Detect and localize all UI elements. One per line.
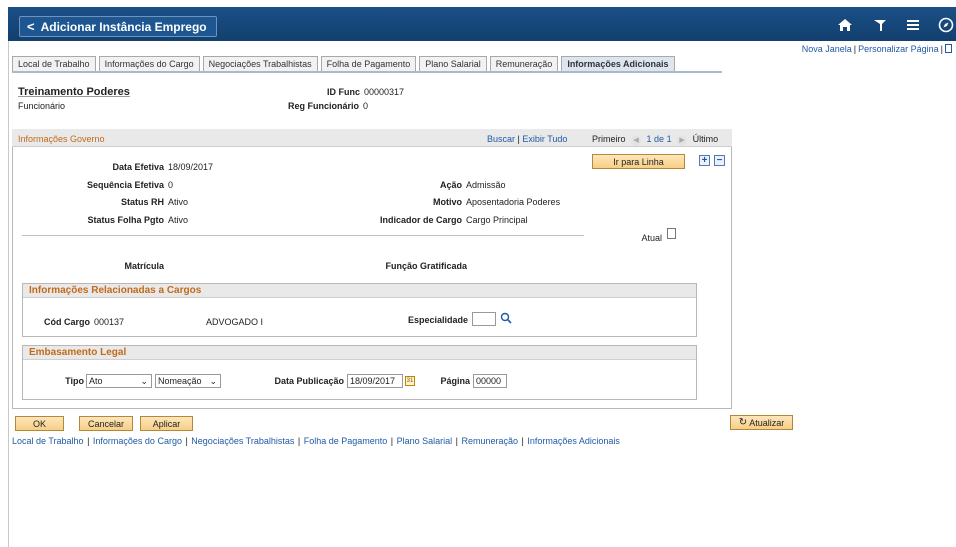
- find-link[interactable]: Buscar: [487, 134, 515, 144]
- tipo2-select[interactable]: Nomeação ⌄: [155, 374, 221, 388]
- grid-icon[interactable]: [945, 44, 952, 53]
- cargos-title: Informações Relacionadas a Cargos: [23, 284, 696, 298]
- data-publicacao-input[interactable]: 18/09/2017: [347, 374, 403, 388]
- bottom-link-informacoes-cargo[interactable]: Informações do Cargo: [93, 436, 182, 446]
- status-folha-value: Ativo: [168, 215, 189, 225]
- employee-id-value: 00000317: [364, 87, 405, 97]
- bottom-link-informacoes-adicionais[interactable]: Informações Adicionais: [527, 436, 620, 446]
- bottom-link-plano-salarial[interactable]: Plano Salarial: [397, 436, 453, 446]
- acao-value: Admissão: [466, 180, 506, 190]
- employee-id: ID Func 00000317: [327, 87, 404, 97]
- tipo-select[interactable]: Ato ⌄: [86, 374, 152, 388]
- embasamento-title: Embasamento Legal: [23, 346, 696, 360]
- employee-id-label: ID Func: [327, 87, 360, 97]
- goto-row-button[interactable]: Ir para Linha: [592, 154, 685, 169]
- employee-reg: Reg Funcionário 0: [288, 101, 368, 111]
- sequencia-value: 0: [168, 180, 174, 190]
- status-rh-value: Ativo: [168, 197, 189, 207]
- cancel-button[interactable]: Cancelar: [79, 416, 133, 431]
- atual-label: Atual: [641, 233, 662, 243]
- employee-reg-value: 0: [363, 101, 369, 111]
- data-publicacao-label: Data Publicação: [274, 376, 344, 386]
- refresh-icon: ↻: [738, 417, 748, 428]
- chevron-left-icon: <: [27, 19, 35, 34]
- acao-label: Ação: [439, 180, 462, 190]
- chevron-down-icon: ⌄: [140, 376, 148, 386]
- employee-role: Funcionário: [18, 101, 66, 111]
- tipo-select-value: Ato: [89, 376, 103, 386]
- funcao-gratificada-label: Função Gratificada: [385, 261, 467, 271]
- last-label[interactable]: Último: [693, 134, 719, 144]
- employee-name: Treinamento Poderes: [18, 86, 130, 98]
- employee-reg-label: Reg Funcionário: [288, 101, 360, 111]
- especialidade-input[interactable]: [472, 312, 496, 326]
- chevron-down-icon: ⌄: [209, 376, 217, 386]
- bottom-link-negociacoes[interactable]: Negociações Trabalhistas: [191, 436, 294, 446]
- ok-button[interactable]: OK: [15, 416, 64, 431]
- search-icon[interactable]: [500, 312, 512, 324]
- row-count: 1 de 1: [646, 134, 672, 144]
- motivo-value: Aposentadoria Poderes: [466, 197, 561, 207]
- compass-icon[interactable]: [936, 16, 956, 34]
- tab-folha-pagamento[interactable]: Folha de Pagamento: [320, 56, 417, 72]
- status-folha-label: Status Folha Pgto: [87, 215, 165, 225]
- data-efetiva-label: Data Efetiva: [112, 162, 164, 172]
- tab-underline: [12, 71, 722, 73]
- atual-checkbox[interactable]: [667, 228, 676, 239]
- motivo-label: Motivo: [433, 197, 462, 207]
- personalize-page-link[interactable]: Personalizar Página: [858, 44, 939, 54]
- back-button-label: Adicionar Instância Emprego: [40, 19, 207, 34]
- first-label[interactable]: Primeiro: [592, 134, 626, 144]
- section-divider: [22, 235, 584, 236]
- indicador-label: Indicador de Cargo: [379, 215, 462, 225]
- bottom-link-local-trabalho[interactable]: Local de Trabalho: [12, 436, 84, 446]
- cod-cargo-value: 000137: [94, 317, 125, 327]
- apply-button[interactable]: Aplicar: [140, 416, 193, 431]
- top-links: Nova Janela | Personalizar Página |: [802, 44, 952, 54]
- especialidade-label: Especialidade: [407, 315, 468, 325]
- indicador-value: Cargo Principal: [466, 215, 528, 225]
- cod-cargo-label: Cód Cargo: [44, 317, 90, 327]
- sequencia-label: Sequência Efetiva: [86, 180, 164, 190]
- grid-nav-find: Buscar | Exibir Tudo: [487, 134, 568, 144]
- grid-nav: Primeiro ◀ 1 de 1 ▶ Último: [592, 134, 718, 146]
- bottom-link-remuneracao[interactable]: Remuneração: [462, 436, 519, 446]
- next-arrow-icon[interactable]: ▶: [677, 136, 688, 146]
- bottom-link-folha[interactable]: Folha de Pagamento: [304, 436, 388, 446]
- tipo2-select-value: Nomeação: [158, 376, 202, 386]
- add-row-icon[interactable]: +: [699, 155, 710, 166]
- prev-arrow-icon[interactable]: ◀: [631, 136, 642, 146]
- tab-local-trabalho[interactable]: Local de Trabalho: [12, 56, 96, 72]
- tab-negociacoes-trabalhistas[interactable]: Negociações Trabalhistas: [202, 56, 318, 72]
- cargo-description: ADVOGADO I: [206, 317, 264, 327]
- new-window-link[interactable]: Nova Janela: [802, 44, 852, 54]
- menu-icon[interactable]: [903, 16, 923, 34]
- home-icon[interactable]: [835, 16, 855, 34]
- governo-grid-title: Informações Governo: [18, 134, 105, 144]
- tab-informacoes-adicionais[interactable]: Informações Adicionais: [561, 56, 675, 72]
- pagina-input[interactable]: 00000: [473, 374, 507, 388]
- bottom-links: Local de Trabalho | Informações do Cargo…: [12, 436, 620, 446]
- pagina-label: Página: [440, 376, 470, 386]
- delete-row-icon[interactable]: −: [714, 155, 725, 166]
- flag-icon[interactable]: [870, 16, 890, 34]
- calendar-icon[interactable]: 31: [405, 376, 415, 386]
- matricula-label: Matrícula: [124, 261, 164, 271]
- refresh-button-label: Atualizar: [749, 417, 785, 428]
- tab-plano-salarial[interactable]: Plano Salarial: [419, 56, 487, 72]
- header-banner: < Adicionar Instância Emprego: [8, 7, 956, 41]
- tipo-label: Tipo: [65, 376, 84, 386]
- back-button[interactable]: < Adicionar Instância Emprego: [19, 16, 217, 37]
- refresh-button[interactable]: ↻ Atualizar: [730, 415, 793, 430]
- page-tabs: Local de Trabalho Informações do Cargo N…: [12, 56, 678, 72]
- view-all-link[interactable]: Exibir Tudo: [522, 134, 567, 144]
- tab-remuneracao[interactable]: Remuneração: [489, 56, 559, 72]
- status-rh-label: Status RH: [120, 197, 164, 207]
- data-efetiva-value: 18/09/2017: [168, 162, 214, 172]
- tab-informacoes-cargo[interactable]: Informações do Cargo: [98, 56, 200, 72]
